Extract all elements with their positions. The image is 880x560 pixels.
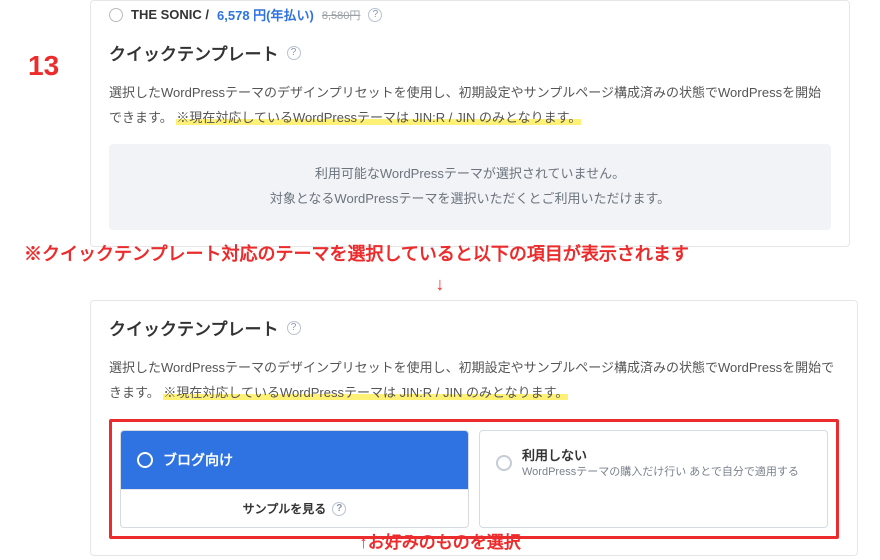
radio-selected-icon	[137, 452, 153, 468]
sample-link-label: サンプルを見る	[243, 500, 327, 517]
theme-option-sonic[interactable]: THE SONIC / 6,578 円(年払い) 8,580円 ?	[109, 5, 831, 24]
section-description: 選択したWordPressテーマのデザインプリセットを使用し、初期設定やサンプル…	[109, 81, 831, 130]
option-title: 利用しない	[522, 445, 799, 464]
info-line: 利用可能なWordPressテーマが選択されていません。	[129, 162, 811, 187]
down-arrow-icon: ↓	[0, 274, 880, 295]
theme-old-price: 8,580円	[322, 7, 361, 23]
option-card-blog[interactable]: ブログ向け サンプルを見る ?	[120, 430, 469, 528]
step-number: 13	[28, 50, 59, 82]
sample-link[interactable]: サンプルを見る ?	[121, 489, 468, 527]
section-description: 選択したWordPressテーマのデザインプリセットを使用し、初期設定やサンプル…	[109, 356, 839, 405]
section-title: クイックテンプレート	[109, 40, 279, 65]
theme-name: THE SONIC /	[131, 7, 209, 22]
radio-unselected-icon	[496, 455, 512, 471]
desc-highlight: ※現在対応しているWordPressテーマは JIN:R / JIN のみとなり…	[163, 385, 568, 400]
option-title: ブログ向け	[163, 450, 233, 470]
option-card-none[interactable]: 利用しない WordPressテーマの購入だけ行い あとで自分で適用する	[479, 430, 828, 528]
option-subtitle: WordPressテーマの購入だけ行い あとで自分で適用する	[522, 464, 799, 481]
help-icon[interactable]: ?	[287, 321, 301, 335]
section-title-row: クイックテンプレート ?	[109, 40, 831, 65]
info-line: 対象となるWordPressテーマを選択いただくとご利用いただけます。	[129, 187, 811, 212]
theme-price: 6,578 円(年払い)	[217, 5, 314, 24]
annotation-select: ↑お好みのものを選択	[0, 528, 880, 553]
panel-quick-template-unavailable: THE SONIC / 6,578 円(年払い) 8,580円 ? クイックテン…	[90, 0, 850, 247]
help-icon[interactable]: ?	[368, 8, 382, 22]
radio-icon	[109, 8, 123, 22]
desc-highlight: ※現在対応しているWordPressテーマは JIN:R / JIN のみとなり…	[176, 110, 581, 125]
annotation-main: ※クイックテンプレート対応のテーマを選択していると以下の項目が表示されます	[24, 240, 860, 266]
info-box-unavailable: 利用可能なWordPressテーマが選択されていません。 対象となるWordPr…	[109, 144, 831, 229]
section-title: クイックテンプレート	[109, 315, 279, 340]
help-icon[interactable]: ?	[287, 46, 301, 60]
section-title-row: クイックテンプレート ?	[109, 315, 839, 340]
help-icon: ?	[332, 502, 346, 516]
panel-quick-template-available: クイックテンプレート ? 選択したWordPressテーマのデザインプリセットを…	[90, 300, 858, 556]
template-options-highlight-box: ブログ向け サンプルを見る ? 利用しない WordPressテーマの購入だけ行…	[109, 419, 839, 539]
